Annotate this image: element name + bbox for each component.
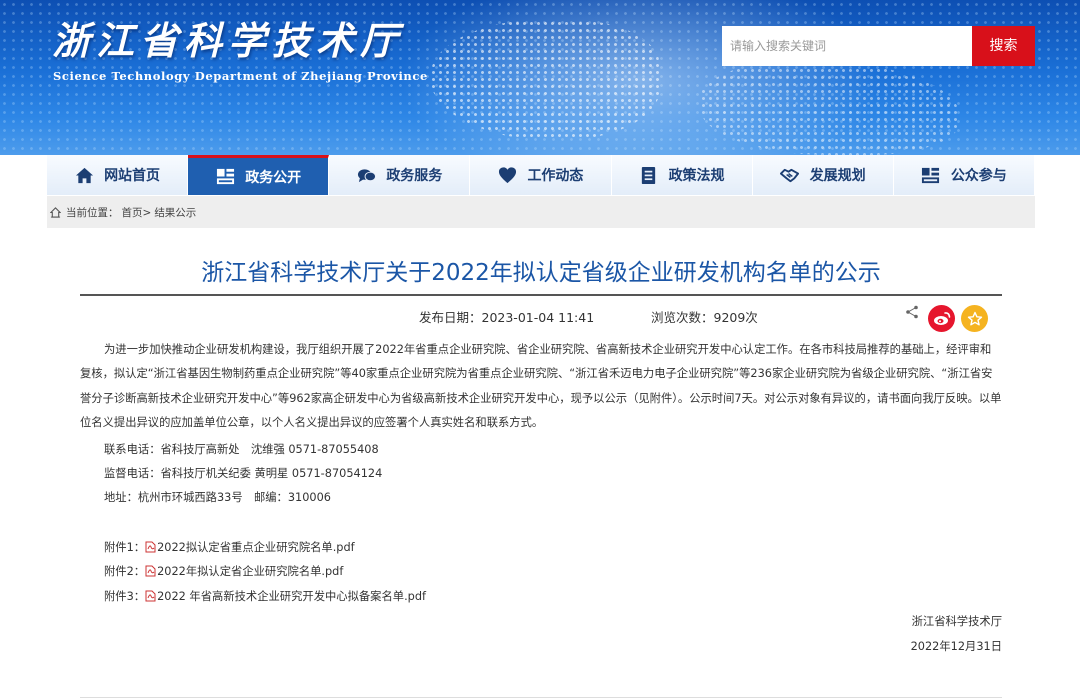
nav-item-home[interactable]: 网站首页 [47, 155, 189, 195]
nav-item-development[interactable]: 发展规划 [752, 155, 894, 195]
attachment-prefix: 附件3： [104, 590, 146, 603]
attachment-link[interactable]: 2022拟认定省重点企业研究院名单.pdf [157, 539, 355, 555]
weibo-share-button[interactable] [928, 305, 955, 332]
heart-icon [497, 165, 517, 185]
nav-item-participation[interactable]: 公众参与 [893, 155, 1035, 195]
main-nav: 网站首页 政务公开 政务服务 工作动态 政策法规 发展规划 公众参与 [47, 155, 1035, 195]
favorite-button[interactable] [961, 305, 988, 332]
share-icon[interactable] [905, 305, 919, 319]
weibo-icon [933, 312, 950, 325]
pdf-icon [145, 541, 156, 553]
pdf-icon [145, 590, 156, 602]
contact-phone: 联系电话：省科技厅高新处 沈维强 0571-87055408 [104, 443, 379, 456]
site-logo-subtitle: Science Technology Department of Zhejian… [53, 69, 428, 83]
attachment-link[interactable]: 2022 年省高新技术企业研究开发中心拟备案名单.pdf [157, 588, 426, 604]
sign-date: 2022年12月31日 [910, 640, 1002, 653]
nav-item-label: 政务公开 [245, 169, 302, 186]
attachment-2: 附件2： 2022年拟认定省企业研究院名单.pdf [104, 563, 343, 579]
view-count: 浏览次数：9209次 [651, 310, 758, 325]
article-paragraph: 为进一步加快推动企业研发机构建设，我厅组织开展了2022年省重点企业研究院、省企… [80, 343, 1002, 429]
star-icon [967, 311, 982, 325]
document-list-icon [639, 165, 659, 185]
chat-service-icon [356, 165, 376, 185]
nav-item-label: 网站首页 [104, 168, 161, 184]
location-home-icon [50, 206, 61, 218]
attachment-prefix: 附件2： [104, 565, 146, 578]
signature: 浙江省科学技术厅 [911, 615, 1002, 628]
nav-item-label: 发展规划 [809, 168, 866, 184]
attachment-1: 附件1： 2022拟认定省重点企业研究院名单.pdf [104, 539, 355, 555]
pdf-icon [145, 565, 156, 577]
bottom-divider [80, 697, 1002, 698]
article-title: 浙江省科学技术厅关于2022年拟认定省级企业研发机构名单的公示 [201, 260, 881, 286]
attachment-prefix: 附件1： [104, 541, 146, 554]
address: 地址：杭州市环城西路33号 邮编：310006 [104, 491, 331, 504]
nav-item-label: 政策法规 [668, 168, 725, 184]
handshake-icon [780, 165, 800, 185]
header-banner: 浙江省科学技术厅 Science Technology Department o… [0, 0, 1080, 155]
nav-item-gov-service[interactable]: 政务服务 [329, 155, 471, 195]
nav-item-work-news[interactable]: 工作动态 [470, 155, 612, 195]
nav-item-label: 政务服务 [386, 168, 443, 184]
nav-item-gov-info[interactable]: 政务公开 [188, 155, 330, 195]
article-body: 为进一步加快推动企业研发机构建设，我厅组织开展了2022年省重点企业研究院、省企… [80, 338, 1002, 435]
search-button[interactable]: 搜索 [972, 26, 1035, 66]
nav-item-label: 公众参与 [950, 168, 1007, 184]
breadcrumb-home-link[interactable]: 首页> [122, 205, 152, 220]
publish-date: 发布日期：2023-01-04 11:41 [419, 310, 595, 325]
title-divider [80, 294, 1002, 296]
site-logo-title[interactable]: 浙江省科学技术厅 [52, 10, 404, 65]
search-input[interactable]: 请输入搜索关键词 [722, 26, 972, 66]
breadcrumb-prefix: 当前位置： [66, 206, 119, 219]
breadcrumb: 当前位置： 首页> 结果公示 [47, 196, 1035, 228]
attachment-3: 附件3： 2022 年省高新技术企业研究开发中心拟备案名单.pdf [104, 588, 426, 604]
nav-item-label: 工作动态 [527, 168, 584, 184]
nav-item-policy[interactable]: 政策法规 [611, 155, 753, 195]
breadcrumb-current[interactable]: 结果公示 [154, 205, 196, 220]
home-icon [74, 165, 94, 185]
gov-info-icon [215, 167, 235, 187]
attachment-link[interactable]: 2022年拟认定省企业研究院名单.pdf [157, 563, 343, 579]
participation-icon [921, 165, 941, 185]
supervise-phone: 监督电话：省科技厅机关纪委 黄明星 0571-87054124 [104, 467, 383, 480]
